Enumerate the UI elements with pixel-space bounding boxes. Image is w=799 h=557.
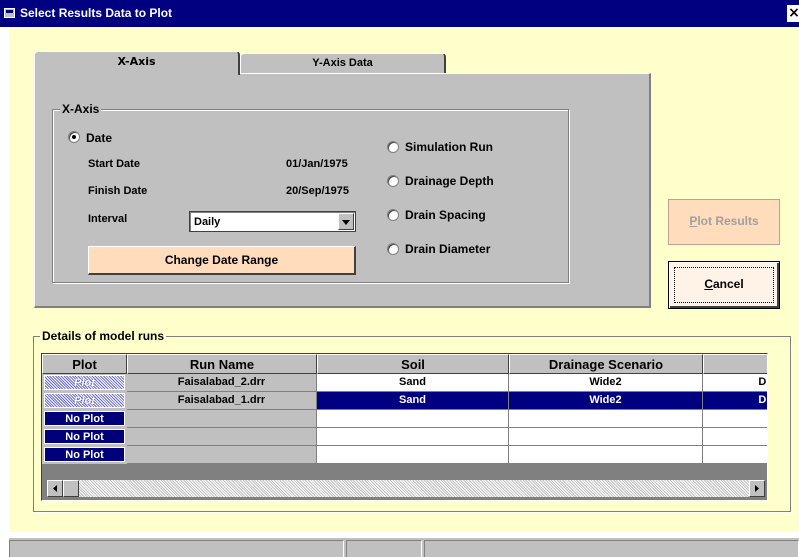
plot-toggle-label: No Plot bbox=[44, 411, 125, 426]
scroll-right-button[interactable] bbox=[749, 480, 765, 497]
col-header-extra[interactable] bbox=[703, 354, 767, 374]
start-date-label: Start Date bbox=[88, 158, 140, 170]
col-header-run-name[interactable]: Run Name bbox=[127, 354, 317, 374]
cancel-button[interactable]: Cancel bbox=[668, 261, 780, 309]
table-cell-extra[interactable]: D: bbox=[703, 392, 767, 410]
window-title: Select Results Data to Plot bbox=[20, 6, 173, 20]
chevron-down-icon[interactable] bbox=[338, 213, 354, 230]
drain-diameter-radio[interactable] bbox=[387, 243, 399, 255]
details-group-label: Details of model runs bbox=[40, 329, 167, 343]
scroll-thumb[interactable] bbox=[63, 480, 79, 497]
drain-spacing-radio[interactable] bbox=[387, 209, 399, 221]
table-row-plot-toggle[interactable]: No Plot bbox=[42, 410, 127, 428]
plot-toggle-label: Plot bbox=[44, 375, 125, 390]
table-cell-run-name[interactable]: Faisalabad_1.drr bbox=[127, 392, 317, 410]
simulation-run-radio[interactable] bbox=[387, 141, 399, 153]
table-row-plot-toggle[interactable]: Plot bbox=[42, 374, 127, 392]
table-cell-soil[interactable] bbox=[317, 428, 509, 446]
table-row-plot-toggle[interactable]: No Plot bbox=[42, 428, 127, 446]
table-row-plot-toggle[interactable]: No Plot bbox=[42, 446, 127, 464]
horizontal-scrollbar[interactable] bbox=[47, 480, 765, 497]
table-cell-scenario[interactable] bbox=[509, 446, 703, 464]
table-cell-run-name[interactable] bbox=[127, 410, 317, 428]
table-cell-run-name[interactable] bbox=[127, 428, 317, 446]
finish-date-value: 20/Sep/1975 bbox=[286, 185, 349, 197]
simulation-run-label[interactable]: Simulation Run bbox=[405, 140, 493, 154]
status-panel-1 bbox=[9, 540, 344, 557]
table-cell-extra[interactable] bbox=[703, 410, 767, 428]
col-header-plot[interactable]: Plot bbox=[42, 354, 127, 374]
table-cell-soil[interactable]: Sand bbox=[317, 374, 509, 392]
table-row-plot-toggle[interactable]: Plot bbox=[42, 392, 127, 410]
finish-date-label: Finish Date bbox=[88, 185, 148, 197]
table-cell-scenario[interactable] bbox=[509, 410, 703, 428]
app-icon bbox=[4, 8, 15, 18]
table-cell-scenario[interactable] bbox=[509, 428, 703, 446]
status-bar bbox=[9, 538, 799, 557]
date-radio[interactable] bbox=[68, 131, 80, 143]
close-icon[interactable]: × bbox=[787, 5, 799, 22]
drain-diameter-label[interactable]: Drain Diameter bbox=[405, 242, 490, 256]
status-panel-2 bbox=[346, 540, 422, 557]
change-date-range-button[interactable]: Change Date Range bbox=[88, 246, 356, 275]
tab-y-axis-data[interactable]: Y-Axis Data bbox=[240, 53, 446, 73]
chevron-left-icon bbox=[53, 485, 57, 492]
status-panel-3 bbox=[424, 540, 799, 557]
col-header-drainage-scenario[interactable]: Drainage Scenario bbox=[509, 354, 703, 374]
table-cell-extra[interactable]: D: bbox=[703, 374, 767, 392]
plot-toggle-label: Plot bbox=[44, 393, 125, 408]
plot-toggle-label: No Plot bbox=[44, 447, 125, 462]
interval-dropdown[interactable]: Daily bbox=[189, 211, 356, 232]
x-axis-group-label: X-Axis bbox=[60, 102, 102, 116]
drain-spacing-label[interactable]: Drain Spacing bbox=[405, 208, 486, 222]
table-cell-scenario[interactable]: Wide2 bbox=[509, 374, 703, 392]
drainage-depth-radio[interactable] bbox=[387, 175, 399, 187]
table-cell-extra[interactable] bbox=[703, 428, 767, 446]
plot-results-label: lot Results bbox=[697, 214, 759, 228]
title-bar: Select Results Data to Plot × bbox=[0, 0, 799, 27]
plot-toggle-label: No Plot bbox=[44, 429, 125, 444]
focus-rect bbox=[674, 267, 774, 303]
col-header-soil[interactable]: Soil bbox=[317, 354, 509, 374]
interval-value: Daily bbox=[194, 216, 221, 228]
drainage-depth-label[interactable]: Drainage Depth bbox=[405, 174, 494, 188]
chevron-right-icon bbox=[755, 485, 759, 492]
tab-x-axis[interactable]: X-Axis bbox=[34, 51, 240, 75]
table-cell-scenario[interactable]: Wide2 bbox=[509, 392, 703, 410]
table-cell-extra[interactable] bbox=[703, 446, 767, 464]
plot-results-button[interactable]: Plot Results bbox=[668, 199, 780, 245]
table-cell-soil[interactable] bbox=[317, 410, 509, 428]
start-date-value: 01/Jan/1975 bbox=[286, 158, 348, 170]
table-cell-soil[interactable] bbox=[317, 446, 509, 464]
table-cell-soil[interactable]: Sand bbox=[317, 392, 509, 410]
scroll-left-button[interactable] bbox=[47, 480, 63, 497]
table-cell-run-name[interactable] bbox=[127, 446, 317, 464]
date-radio-label[interactable]: Date bbox=[86, 131, 112, 145]
model-runs-grid[interactable]: Plot Run Name Soil Drainage Scenario Plo… bbox=[41, 353, 768, 501]
interval-label: Interval bbox=[88, 213, 128, 225]
table-cell-run-name[interactable]: Faisalabad_2.drr bbox=[127, 374, 317, 392]
